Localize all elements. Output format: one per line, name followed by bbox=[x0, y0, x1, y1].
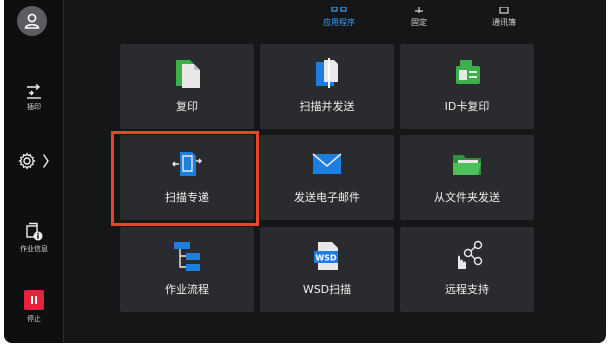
tab-applications-label: 应用程序 bbox=[323, 18, 355, 27]
tile-wsd-scan-label: WSD扫描 bbox=[302, 283, 352, 296]
address-book-icon bbox=[499, 7, 509, 14]
stop-label: 停止 bbox=[27, 315, 41, 323]
tile-workflow-label: 作业流程 bbox=[165, 283, 209, 296]
tile-send-from-folder[interactable]: 从文件夹发送 bbox=[400, 135, 534, 220]
job-info-icon bbox=[26, 222, 43, 241]
tile-id-card-copy[interactable]: ID卡复印 bbox=[400, 44, 534, 129]
tile-scan-send-label: 扫描并发送 bbox=[299, 100, 355, 113]
stop-icon bbox=[24, 290, 44, 310]
interrupt-button[interactable]: 插印 bbox=[4, 84, 64, 112]
tile-send-email[interactable]: 发送电子邮件 bbox=[260, 135, 394, 220]
pin-icon bbox=[415, 7, 423, 13]
tile-scan-express[interactable]: 扫描专递 bbox=[120, 135, 254, 220]
sidebar: 插印 作业信息 停止 bbox=[4, 0, 64, 343]
control-panel: 插印 作业信息 停止 应用程序 固定 通讯簿 复印 扫描并发送 ID卡复印 扫描… bbox=[4, 0, 606, 343]
interrupt-icon bbox=[27, 84, 41, 99]
settings-button[interactable] bbox=[4, 152, 64, 170]
tab-fixed[interactable]: 固定 bbox=[394, 0, 444, 36]
folder-icon bbox=[447, 147, 487, 181]
copy-icon bbox=[167, 56, 207, 90]
job-info-button[interactable]: 作业信息 bbox=[4, 222, 64, 254]
tab-applications[interactable]: 应用程序 bbox=[309, 0, 369, 36]
screen: 插印 作业信息 停止 应用程序 固定 通讯簿 复印 扫描并发送 ID卡复印 扫描… bbox=[0, 0, 613, 346]
tab-fixed-label: 固定 bbox=[411, 18, 427, 27]
tile-copy-label: 复印 bbox=[176, 100, 198, 113]
tile-wsd-scan[interactable]: WSD WSD扫描 bbox=[260, 227, 394, 312]
tab-address-book-label: 通讯簿 bbox=[492, 18, 516, 27]
scan-send-icon bbox=[307, 56, 347, 90]
tile-scan-express-label: 扫描专递 bbox=[165, 191, 209, 204]
workflow-icon bbox=[167, 239, 207, 273]
user-avatar-button[interactable] bbox=[17, 6, 47, 36]
svg-text:WSD: WSD bbox=[315, 254, 337, 263]
remote-support-icon bbox=[447, 239, 487, 273]
tile-workflow[interactable]: 作业流程 bbox=[120, 227, 254, 312]
job-info-label: 作业信息 bbox=[20, 245, 48, 253]
tab-address-book[interactable]: 通讯簿 bbox=[474, 0, 534, 36]
stop-button[interactable]: 停止 bbox=[4, 290, 64, 324]
tile-copy[interactable]: 复印 bbox=[120, 44, 254, 129]
top-tab-bar: 应用程序 固定 通讯簿 bbox=[64, 0, 606, 36]
apps-icon bbox=[331, 7, 347, 12]
tile-remote-support[interactable]: 远程支持 bbox=[400, 227, 534, 312]
chevron-right-icon bbox=[42, 154, 49, 168]
tile-send-email-label: 发送电子邮件 bbox=[294, 191, 360, 204]
gear-icon bbox=[18, 152, 36, 170]
scan-express-icon bbox=[167, 147, 207, 181]
user-icon bbox=[24, 13, 40, 29]
tile-remote-support-label: 远程支持 bbox=[445, 283, 489, 296]
id-card-copy-icon bbox=[447, 56, 487, 90]
wsd-scan-icon: WSD bbox=[307, 239, 347, 273]
email-icon bbox=[307, 147, 347, 181]
tile-send-from-folder-label: 从文件夹发送 bbox=[434, 191, 500, 204]
interrupt-label: 插印 bbox=[27, 103, 41, 111]
tile-id-card-copy-label: ID卡复印 bbox=[444, 100, 490, 113]
tile-scan-send[interactable]: 扫描并发送 bbox=[260, 44, 394, 129]
